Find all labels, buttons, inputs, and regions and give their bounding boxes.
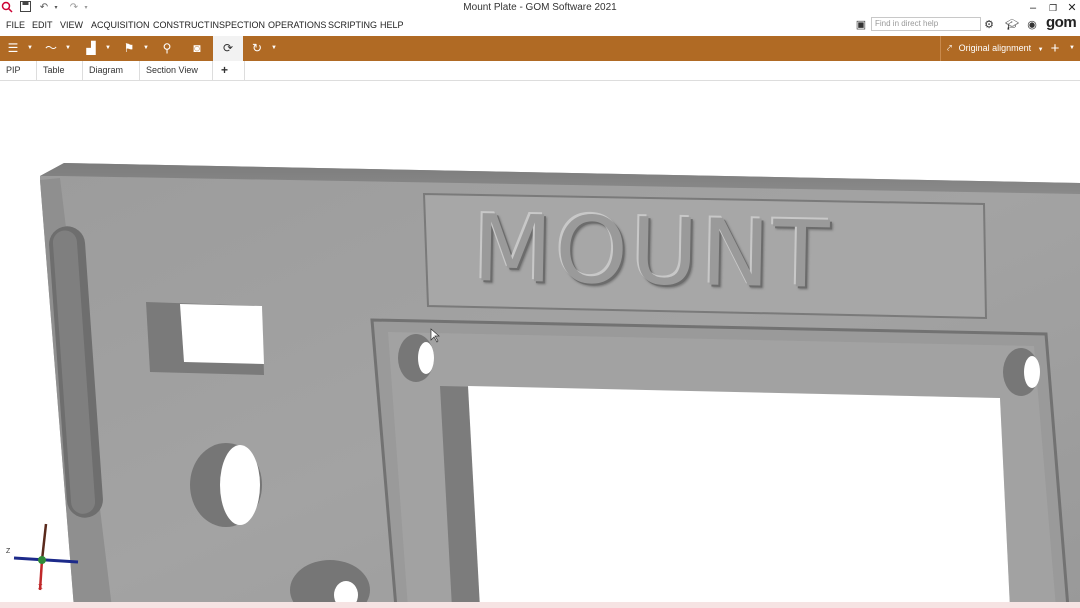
menu-file[interactable]: FILE (6, 20, 25, 30)
package-icon[interactable]: ▣ (853, 17, 869, 33)
menu-acquisition[interactable]: ACQUISITION (91, 20, 150, 30)
search-icon[interactable]: ⚲ (156, 36, 178, 61)
user-icon[interactable]: ◉ (1024, 17, 1040, 33)
window-title: Mount Plate - GOM Software 2021 (463, 2, 617, 13)
rotate-icon[interactable]: ↻ (246, 36, 268, 61)
axis-y-line (40, 523, 48, 561)
flag-icon[interactable]: ⚑ (118, 36, 140, 61)
flag-dropdown-icon[interactable]: ▼ (142, 36, 150, 61)
plus-dropdown-icon[interactable]: ▼ (1068, 36, 1076, 61)
3d-viewport[interactable]: MOUNT Z X (0, 81, 1080, 608)
chevron-down-icon: ▼ (1037, 47, 1044, 53)
main-toolbar: ☰ ▼ 〜 ▼ ▟ ▼ ⚑ ▼ ⚲ ◙ ⟳ ↻ ▼ (0, 36, 1080, 61)
tab-table[interactable]: Table (37, 61, 83, 80)
camera-icon[interactable]: ◙ (185, 36, 209, 61)
tab-diagram[interactable]: Diagram (83, 61, 140, 80)
view-tab-bar: PIP Table Diagram Section View + (0, 61, 1080, 81)
menu-icon[interactable]: ☰ (2, 36, 24, 61)
help-search-button-icon[interactable]: ⚙ (981, 17, 997, 33)
menu-operations[interactable]: OPERATIONS (268, 20, 326, 30)
gom-logo: gom (1046, 14, 1077, 31)
alignment-icon: ⤤ (947, 43, 953, 53)
rotate-dropdown-icon[interactable]: ▼ (270, 36, 278, 61)
curve-icon[interactable]: 〜 (40, 36, 62, 61)
axis-z-label: Z (6, 548, 11, 555)
status-strip (0, 602, 1080, 608)
refresh-icon[interactable]: ⟳ (213, 36, 243, 61)
menu-dropdown-icon[interactable]: ▼ (26, 36, 34, 61)
bar-chart-dropdown-icon[interactable]: ▼ (104, 36, 112, 61)
alignment-selector[interactable]: ⤤ Original alignment ▼ (940, 36, 1044, 61)
menu-inspection[interactable]: INSPECTION (210, 20, 265, 30)
alignment-label: Original alignment (958, 43, 1032, 53)
help-search-input[interactable]: Find in direct help (871, 17, 981, 31)
minimize-icon[interactable]: – (1023, 0, 1043, 16)
mount-plate-model (13, 163, 1080, 608)
axis-x-label: X (38, 584, 43, 591)
curve-dropdown-icon[interactable]: ▼ (64, 36, 72, 61)
plus-icon[interactable]: + (1046, 36, 1064, 61)
embossed-mount-text: MOUNT (471, 195, 834, 309)
academy-icon[interactable]: 🎓︎ (1004, 17, 1020, 33)
menu-scripting[interactable]: SCRIPTING (328, 20, 377, 30)
menu-view[interactable]: VIEW (60, 20, 83, 30)
menu-help[interactable]: HELP (380, 20, 404, 30)
axis-origin (38, 556, 46, 564)
menu-edit[interactable]: EDIT (32, 20, 53, 30)
tab-pip[interactable]: PIP (0, 61, 37, 80)
menu-construct[interactable]: CONSTRUCT (153, 20, 210, 30)
title-bar: ↶ ▾ ↷ ▾ Mount Plate - GOM Software 2021 … (0, 0, 1080, 16)
bar-chart-icon[interactable]: ▟ (80, 36, 102, 61)
tab-section-view[interactable]: Section View (140, 61, 213, 80)
add-tab-button[interactable]: + (213, 61, 245, 80)
